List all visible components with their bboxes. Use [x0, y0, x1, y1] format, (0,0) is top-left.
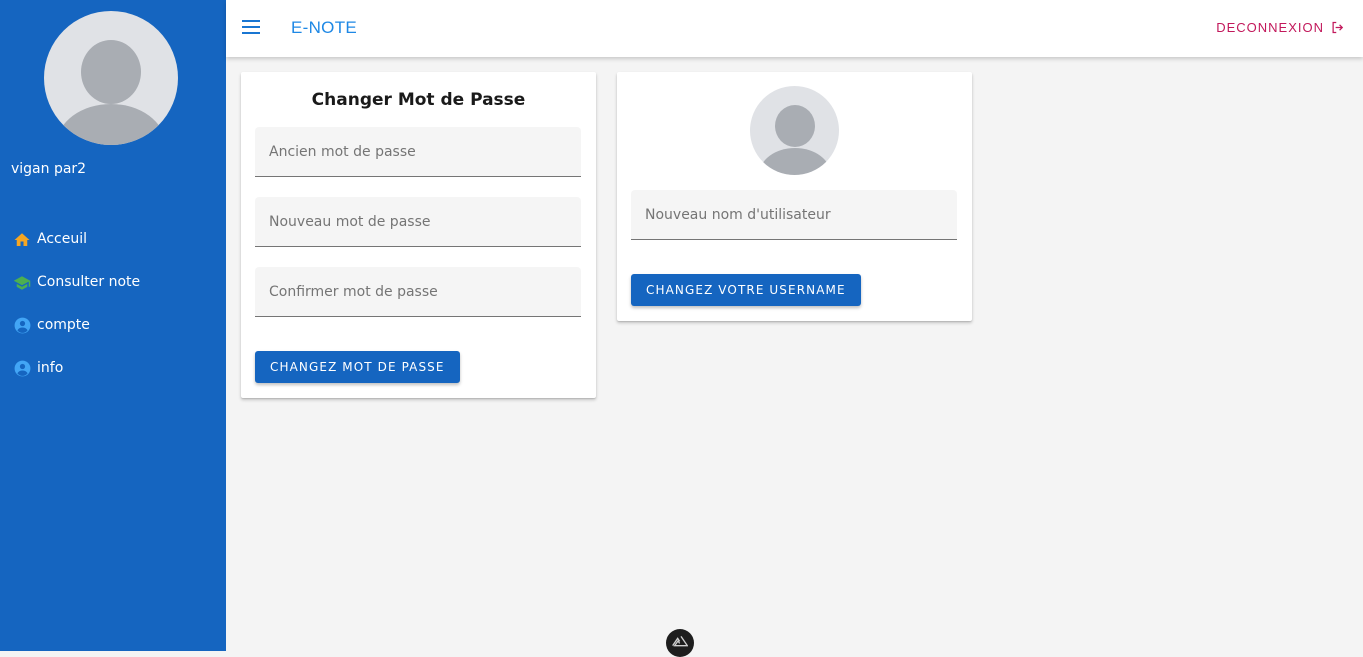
logout-icon — [1332, 21, 1344, 34]
old-password-input[interactable] — [255, 127, 581, 176]
new-password-input[interactable] — [255, 197, 581, 246]
sidebar-item-acceuil[interactable]: Acceuil — [0, 218, 226, 261]
new-password-field[interactable] — [255, 197, 581, 247]
change-username-card: CHANGEZ VOTRE USERNAME — [617, 72, 972, 321]
graduation-cap-icon — [12, 273, 32, 293]
change-password-button[interactable]: CHANGEZ MOT DE PASSE — [255, 351, 460, 383]
change-password-card: Changer Mot de Passe CHANGEZ MOT DE PASS… — [241, 72, 596, 398]
sidebar-item-label: compte — [37, 316, 90, 333]
avatar — [750, 86, 839, 175]
new-username-input[interactable] — [631, 190, 957, 239]
sidebar-item-info[interactable]: info — [0, 347, 226, 390]
confirm-password-input[interactable] — [255, 267, 581, 316]
sidebar-item-label: Consulter note — [37, 273, 141, 290]
confirm-password-field[interactable] — [255, 267, 581, 317]
sidebar-item-consulter-note[interactable]: Consulter note — [0, 261, 226, 304]
account-circle-icon — [12, 359, 32, 379]
nuxt-devtools-icon[interactable] — [666, 629, 694, 657]
avatar — [44, 11, 178, 145]
card-title: Changer Mot de Passe — [311, 90, 526, 110]
menu-icon[interactable] — [242, 20, 260, 34]
sidebar: vigan par2 Acceuil Consulter note compte… — [0, 0, 226, 651]
sidebar-item-label: Acceuil — [37, 230, 87, 247]
home-icon — [12, 230, 32, 250]
account-circle-icon — [12, 316, 32, 336]
app-bar: E-NOTE DECONNEXION — [226, 0, 1363, 57]
change-username-button[interactable]: CHANGEZ VOTRE USERNAME — [631, 274, 861, 306]
logout-label: DECONNEXION — [1216, 20, 1324, 35]
sidebar-item-label: info — [37, 359, 64, 376]
sidebar-item-compte[interactable]: compte — [0, 304, 226, 347]
sidebar-nav: Acceuil Consulter note compte info — [0, 218, 226, 390]
sidebar-username: vigan par2 — [11, 161, 87, 177]
new-username-field[interactable] — [631, 190, 957, 240]
old-password-field[interactable] — [255, 127, 581, 177]
logout-button[interactable]: DECONNEXION — [1216, 20, 1345, 35]
app-title: E-NOTE — [291, 18, 358, 37]
